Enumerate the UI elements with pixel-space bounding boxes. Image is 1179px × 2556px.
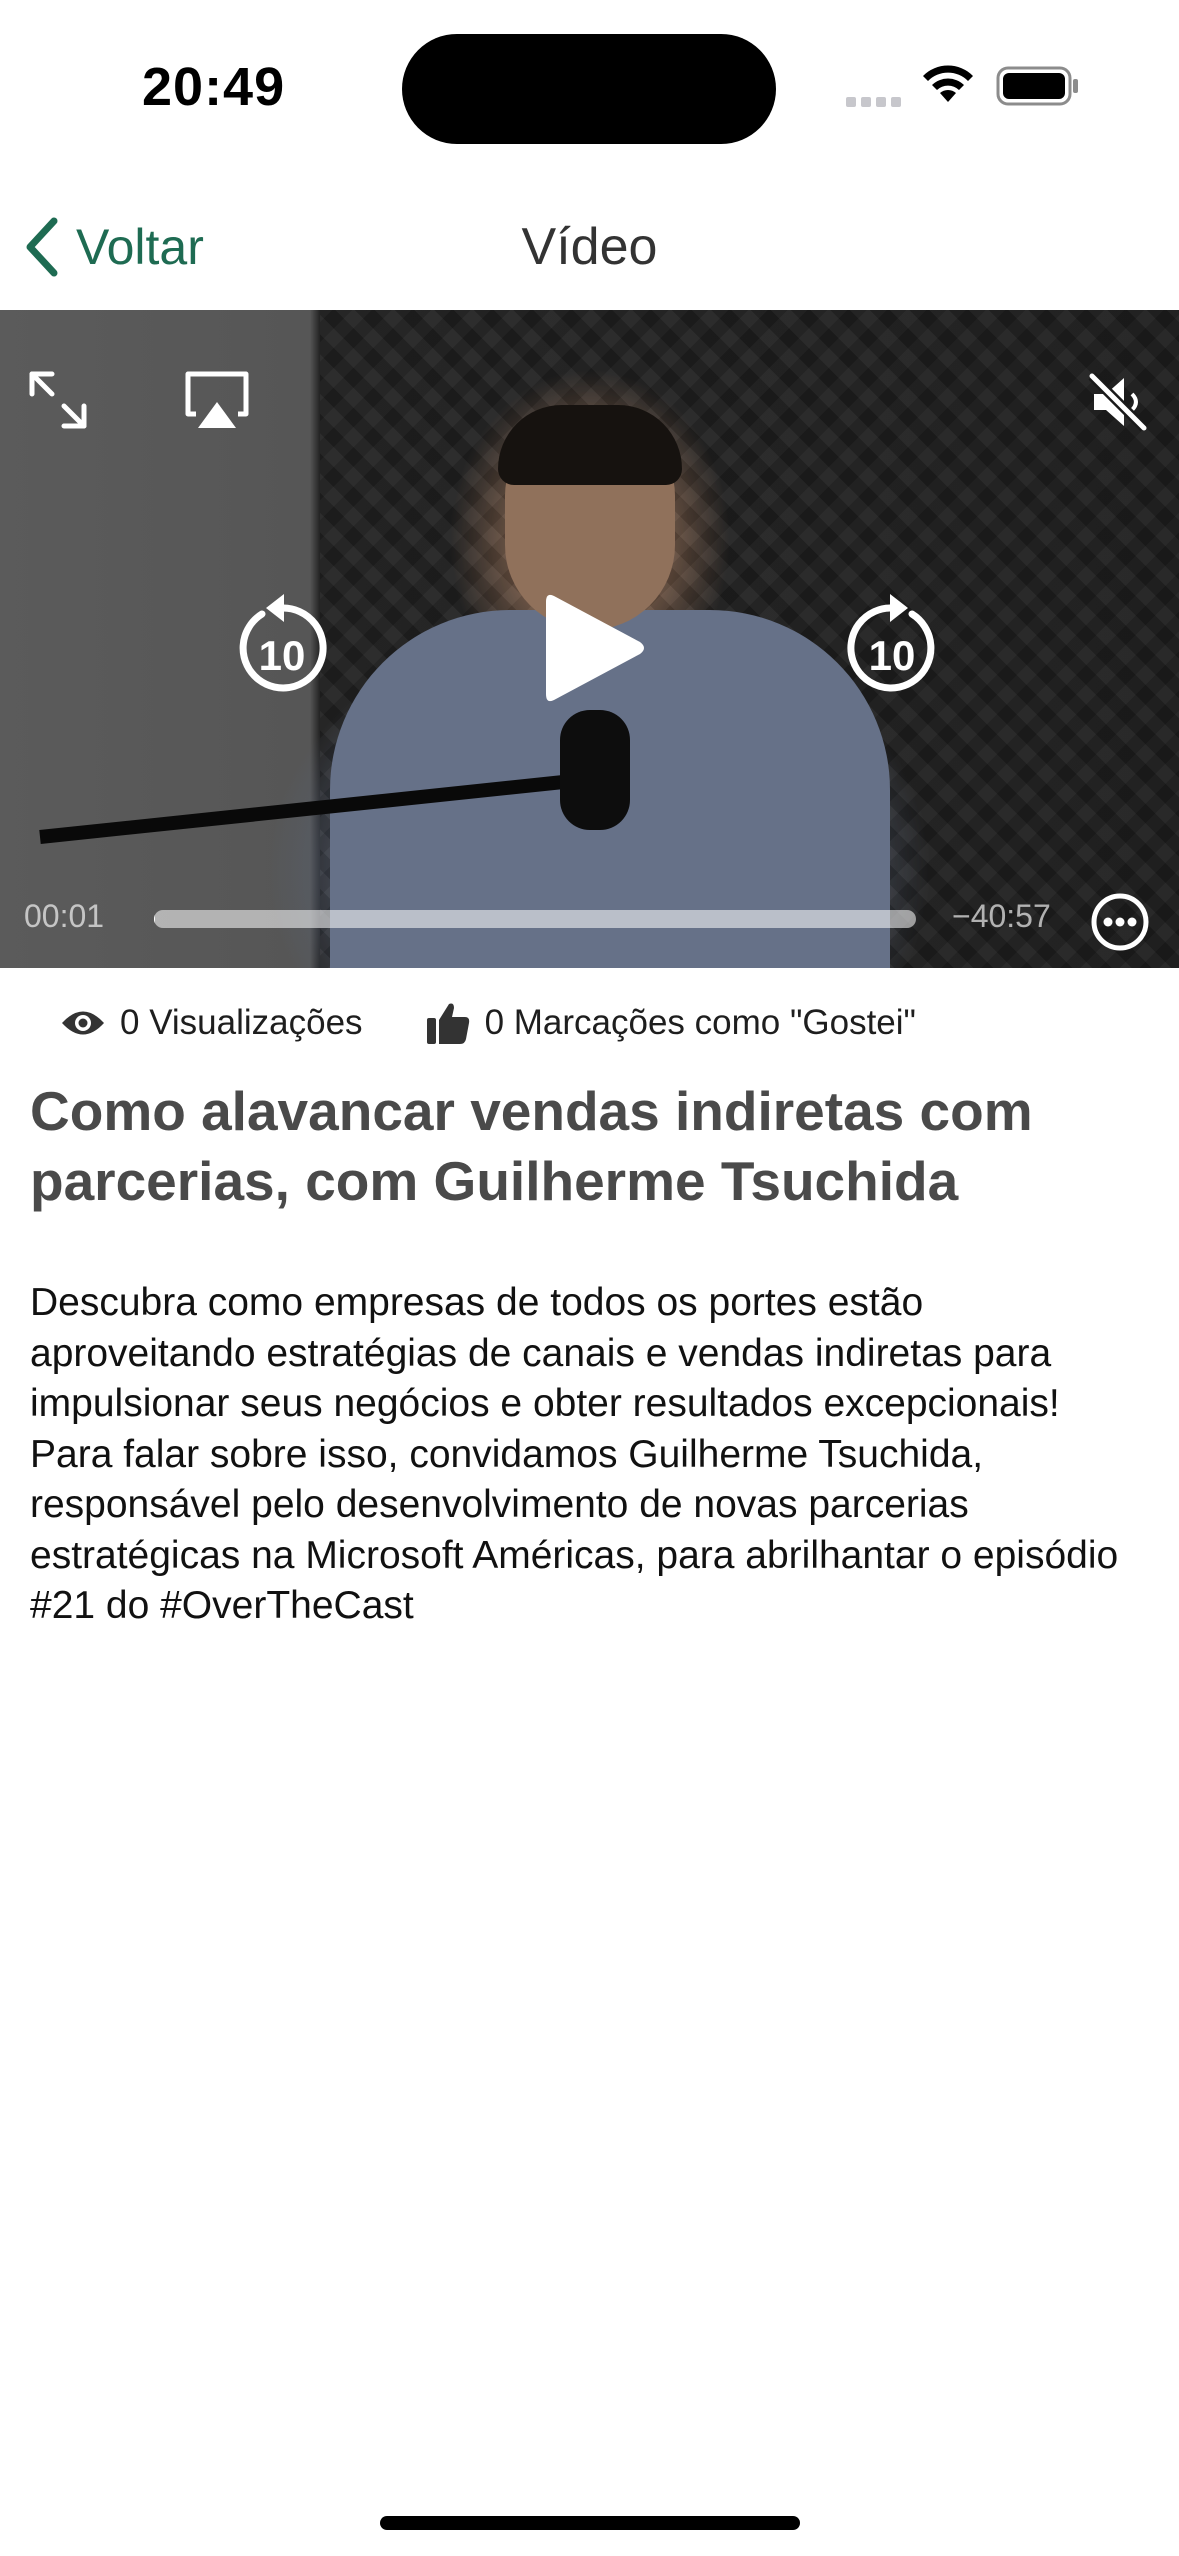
play-icon[interactable] [540,588,650,708]
eye-icon [62,1011,104,1035]
video-stats: 0 Visualizações 0 Marcações como "Gostei… [60,998,916,1048]
views-count: 0 Visualizações [120,1003,363,1042]
mute-icon[interactable] [1086,372,1150,432]
forward-10-icon[interactable]: 10 [842,590,942,700]
video-description: Descubra como empresas de todos os porte… [30,1281,1119,1627]
page-title: Vídeo [521,218,658,276]
more-options-icon[interactable] [1090,892,1150,952]
rewind-seconds-label: 10 [258,632,306,679]
video-title: Como alavancar vendas indiretas com parc… [30,1080,1033,1212]
fullscreen-icon[interactable] [26,368,90,432]
thumbs-up-icon [426,1003,469,1044]
likes-count: 0 Marcações como "Gostei" [484,1003,916,1042]
progress-slider[interactable] [154,910,916,928]
status-time: 20:49 [142,57,286,117]
status-bar: 20:49 [0,0,1179,170]
cellular-signal-icon [846,94,906,112]
likes-stat[interactable]: 0 Marcações como "Gostei" [425,1000,916,1046]
battery-icon [996,66,1078,106]
home-indicator[interactable] [380,2516,800,2530]
remaining-time: −40:57 [952,898,1051,934]
wifi-icon [923,65,973,102]
video-player[interactable]: 10 10 00:01 −40:57 [0,310,1179,968]
dynamic-island [402,34,776,144]
rewind-10-icon[interactable]: 10 [232,590,332,700]
current-time: 00:01 [24,898,105,934]
views-stat: 0 Visualizações [60,1003,363,1043]
navigation-bar: Voltar Vídeo [0,180,1179,310]
airplay-icon[interactable] [182,370,252,434]
forward-seconds-label: 10 [868,632,916,679]
